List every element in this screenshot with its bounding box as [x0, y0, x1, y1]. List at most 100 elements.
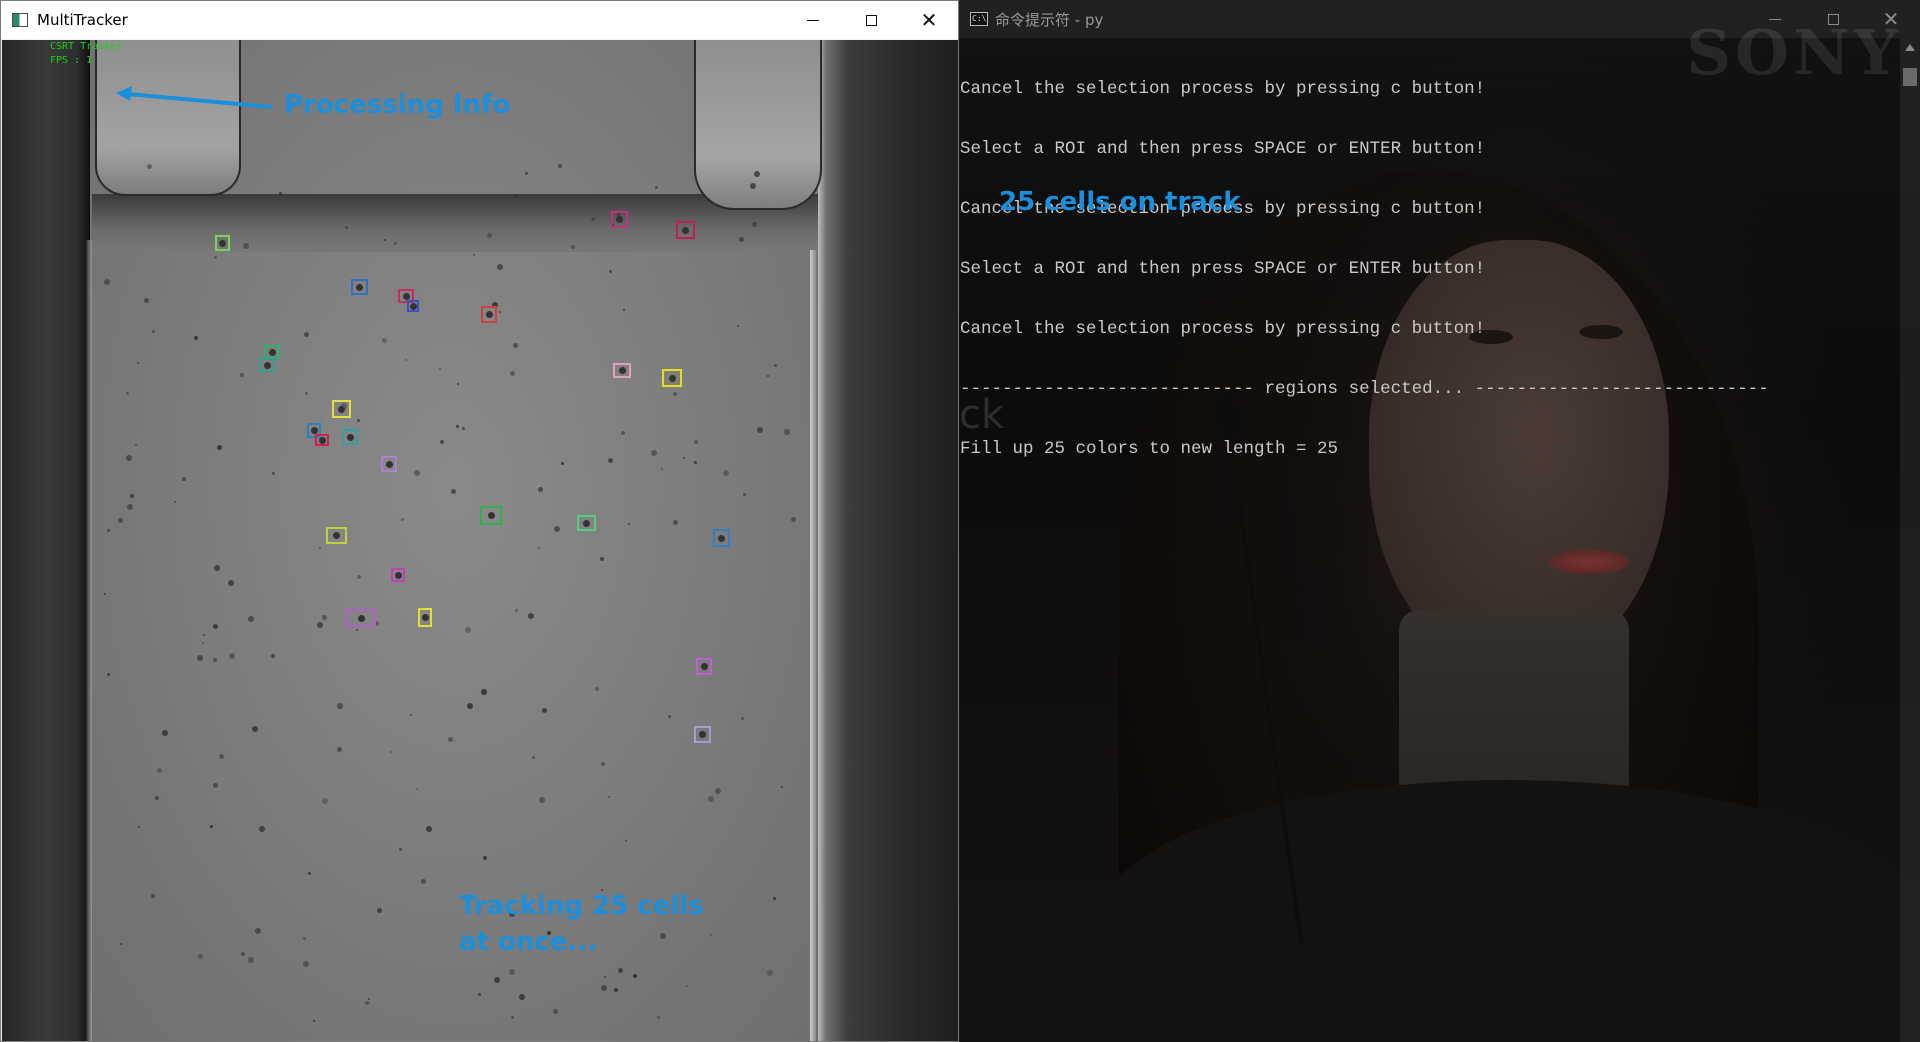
tracking-bounding-box	[259, 358, 275, 372]
console-line: Select a ROI and then press SPACE or ENT…	[960, 259, 1486, 279]
cell-particle	[659, 932, 666, 939]
tracking-bounding-box	[662, 369, 682, 387]
cell-particle	[251, 725, 258, 732]
cell-particle	[247, 615, 254, 622]
cell-particle	[322, 614, 328, 620]
cell-particle	[421, 878, 427, 884]
cell-particle	[527, 613, 534, 620]
tracking-bounding-box	[391, 568, 405, 582]
cmd-maximize-button[interactable]	[1804, 0, 1862, 38]
fps-readout: FPS : 1	[50, 55, 93, 66]
cell-particle	[591, 216, 596, 221]
cell-particle	[766, 969, 773, 976]
cell-particle	[783, 428, 790, 435]
tracking-bounding-box	[264, 345, 280, 359]
tracking-bounding-box	[613, 363, 631, 378]
cell-particle	[751, 222, 757, 228]
cell-particle	[409, 713, 412, 716]
cmd-window-title: 命令提示符 - py	[995, 10, 1104, 29]
cell-particle	[462, 426, 466, 430]
console-line: Cancel the selection process by pressing…	[960, 79, 1486, 99]
app-icon	[12, 13, 28, 27]
cell-particle	[356, 418, 360, 422]
minimize-button[interactable]	[784, 1, 842, 39]
cell-particle	[302, 960, 309, 967]
cmd-close-button[interactable]: ✕	[1862, 0, 1920, 38]
cell-particle	[673, 391, 678, 396]
tracking-bounding-box	[326, 527, 347, 544]
tracking-bounding-box	[332, 400, 351, 418]
console-line: Fill up 25 colors to new length = 25	[960, 439, 1339, 459]
cell-particle	[685, 984, 688, 987]
tracking-bounding-box	[696, 658, 712, 675]
cell-particle	[465, 626, 472, 633]
cell-particle	[656, 1015, 660, 1019]
cell-particle	[650, 449, 657, 456]
console-icon: C:\	[970, 12, 988, 26]
cell-particle	[259, 825, 266, 832]
cell-particle	[693, 460, 697, 464]
tracking-bounding-box	[215, 235, 230, 251]
console-line: Select a ROI and then press SPACE or ENT…	[960, 139, 1486, 159]
cell-particle	[196, 654, 203, 661]
video-frame: CSRT Tracker FPS : 1 Processing Info Tra…	[2, 40, 958, 1041]
cell-particle	[125, 391, 129, 395]
cell-particle	[336, 703, 343, 710]
cell-particle	[456, 382, 459, 385]
processing-info-text: CSRT Tracker FPS : 1	[50, 40, 122, 68]
tracking-bounding-box	[713, 529, 730, 547]
cell-particle	[512, 342, 518, 348]
command-prompt-window[interactable]: SONY ck C:\ 命令提示符 - py ✕ Cancel the sele…	[959, 0, 1920, 1042]
multitracker-titlebar[interactable]: MultiTracker ✕	[1, 1, 958, 39]
cell-particle	[398, 847, 402, 851]
console-output[interactable]: Cancel the selection process by pressing…	[960, 39, 1769, 499]
cmd-minimize-button[interactable]	[1746, 0, 1804, 38]
cell-particle	[119, 942, 122, 945]
scrollbar[interactable]	[1900, 38, 1920, 1042]
cell-particle	[126, 503, 133, 510]
console-line: Cancel the selection process by pressing…	[960, 319, 1486, 339]
processing-info-annotation: Processing Info	[284, 90, 511, 120]
tracking-bounding-box	[315, 434, 329, 446]
cell-particle	[482, 856, 487, 861]
scroll-up-arrow-icon[interactable]	[1905, 44, 1915, 51]
maximize-button[interactable]	[842, 1, 900, 39]
cell-particle	[118, 517, 123, 523]
cell-particle	[524, 171, 528, 175]
cell-particle	[240, 952, 245, 957]
cell-particle	[742, 492, 746, 496]
cell-particle	[151, 330, 155, 333]
console-line: ---------------------------- regions sel…	[960, 379, 1769, 399]
cell-particle	[355, 629, 358, 632]
cell-particle	[494, 976, 501, 983]
tracking-bounding-box	[611, 211, 628, 228]
cell-particle	[413, 469, 420, 476]
channel-right-edge	[810, 250, 816, 1041]
scroll-thumb[interactable]	[1903, 68, 1917, 86]
multitracker-window[interactable]: MultiTracker ✕ CSRT Tracker FPS : 1 Proc…	[0, 0, 959, 1042]
cell-particle	[508, 969, 515, 976]
cell-particle	[383, 238, 386, 241]
cell-particle	[279, 191, 283, 195]
channel-left-edge	[86, 240, 92, 1041]
cell-particle	[213, 564, 220, 571]
tracking-bounding-box	[577, 515, 596, 531]
cmd-titlebar[interactable]: C:\ 命令提示符 - py ✕	[959, 0, 1920, 38]
cell-particle	[620, 430, 625, 435]
cell-particle	[239, 373, 244, 378]
cell-particle	[218, 753, 224, 759]
tracking-annotation-line2: at once...	[459, 927, 598, 957]
cell-particle	[553, 1008, 559, 1014]
tracking-bounding-box	[351, 279, 368, 295]
portrait-lips	[1549, 550, 1629, 574]
cell-particle	[557, 163, 562, 168]
cell-particle	[780, 785, 783, 788]
tracker-name: CSRT Tracker	[50, 41, 123, 52]
cell-particle	[660, 468, 663, 471]
close-button[interactable]: ✕	[900, 1, 958, 39]
tracking-bounding-box	[676, 221, 695, 239]
cell-particle	[538, 796, 545, 803]
cmd-caption-buttons: ✕	[1746, 0, 1920, 38]
tracking-bounding-box	[481, 306, 497, 323]
window-title: MultiTracker	[37, 11, 128, 29]
